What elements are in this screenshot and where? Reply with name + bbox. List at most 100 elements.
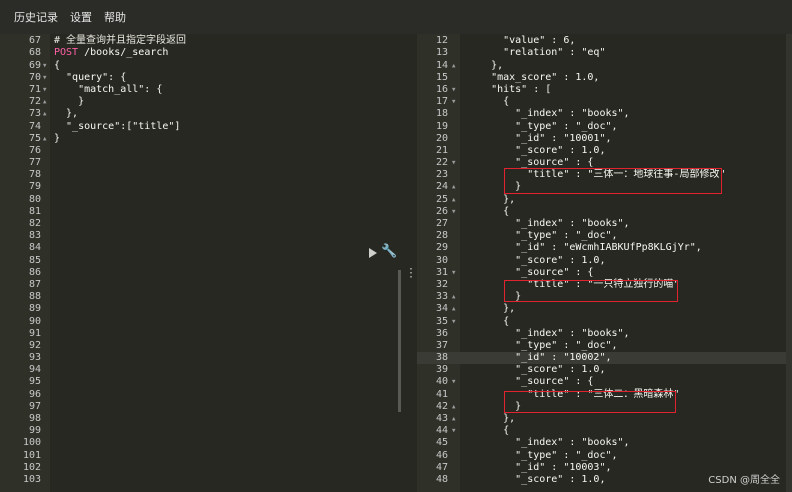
request-line[interactable]: 85 [0,255,400,267]
request-line[interactable]: 87 [0,279,400,291]
response-line[interactable]: 43 ▴ }, [417,413,792,425]
request-line[interactable]: 103 [0,474,400,486]
pane-divider[interactable]: · · · [400,34,417,492]
request-line[interactable]: 75 ▴} [0,133,400,145]
menu-settings[interactable]: 设置 [70,9,92,25]
request-line[interactable]: 77 [0,157,400,169]
fold-toggle-icon[interactable]: ▾ [42,84,47,96]
fold-toggle-icon[interactable]: ▴ [451,303,456,315]
request-line[interactable]: 89 [0,303,400,315]
response-line[interactable]: 29 "_id" : "eWcmhIABKUfPp8KLGjYr", [417,242,792,254]
request-line[interactable]: 82 [0,218,400,230]
response-line[interactable]: 20 "_id" : "10001", [417,133,792,145]
fold-toggle-icon[interactable]: ▾ [42,72,47,84]
menu-help[interactable]: 帮助 [104,9,126,25]
response-line[interactable]: 45 "_index" : "books", [417,437,792,449]
fold-toggle-icon[interactable]: ▴ [451,291,456,303]
response-line[interactable]: 40 ▾ "_source" : { [417,376,792,388]
response-line[interactable]: 30 "_score" : 1.0, [417,255,792,267]
response-line[interactable]: 33 ▴ } [417,291,792,303]
response-line[interactable]: 41 "title" : "三体二：黑暗森林" [417,389,792,401]
request-line[interactable]: 97 [0,401,400,413]
fold-toggle-icon[interactable]: ▾ [451,84,456,96]
request-scrollbar[interactable] [398,270,401,412]
response-line[interactable]: 35 ▾ { [417,316,792,328]
response-editor[interactable]: 11▾ "total" : {12 "value" : 6,13 "relati… [417,34,792,492]
response-line[interactable]: 37 "_type" : "_doc", [417,340,792,352]
request-line[interactable]: 94 [0,364,400,376]
fold-toggle-icon[interactable]: ▴ [42,108,47,120]
request-editor[interactable]: 6667# 全量查询并且指定字段返回68POST /books/_search6… [0,34,400,492]
request-line[interactable]: 98 [0,413,400,425]
fold-toggle-icon[interactable]: ▾ [451,157,456,169]
response-line[interactable]: 38 "_id" : "10002", [417,352,792,365]
request-line[interactable]: 96 [0,389,400,401]
request-line[interactable]: 86 [0,267,400,279]
request-line[interactable]: 81 [0,206,400,218]
response-line[interactable]: 26 ▾ { [417,206,792,218]
response-line[interactable]: 15 "max_score" : 1.0, [417,72,792,84]
response-line[interactable]: 28 "_type" : "_doc", [417,230,792,242]
response-line[interactable]: 36 "_index" : "books", [417,328,792,340]
response-line[interactable]: 31 ▾ "_source" : { [417,267,792,279]
response-line[interactable]: 18 "_index" : "books", [417,108,792,120]
request-line[interactable]: 74 "_source":["title"] [0,121,400,133]
response-line[interactable]: 39 "_score" : 1.0, [417,364,792,376]
request-line[interactable]: 91 [0,328,400,340]
response-line[interactable]: 44 ▾ { [417,425,792,437]
request-line[interactable]: 83 [0,230,400,242]
response-line[interactable]: 14 ▴ }, [417,60,792,72]
fold-toggle-icon[interactable]: ▾ [42,60,47,72]
request-line[interactable]: 102 [0,462,400,474]
request-line[interactable]: 93 [0,352,400,364]
response-line[interactable]: 27 "_index" : "books", [417,218,792,230]
request-line[interactable]: 67 # 全量查询并且指定字段返回 [0,35,400,47]
response-line[interactable]: 21 "_score" : 1.0, [417,145,792,157]
response-line[interactable]: 46 "_type" : "_doc", [417,450,792,462]
fold-toggle-icon[interactable]: ▾ [451,206,456,218]
response-line[interactable]: 34 ▴ }, [417,303,792,315]
drag-handle-icon[interactable]: · · · [408,265,414,283]
fold-toggle-icon[interactable]: ▾ [451,96,456,108]
request-line[interactable]: 99 [0,425,400,437]
response-line[interactable]: 17 ▾ { [417,96,792,108]
response-line[interactable]: 13 "relation" : "eq" [417,47,792,59]
request-line[interactable]: 79 [0,181,400,193]
response-scrollbar[interactable] [786,34,792,492]
request-line[interactable]: 71 ▾ "match_all": { [0,84,400,96]
response-line[interactable]: 16 ▾ "hits" : [ [417,84,792,96]
request-line[interactable]: 95 [0,376,400,388]
request-line[interactable]: 92 [0,340,400,352]
request-line[interactable]: 70 ▾ "query": { [0,72,400,84]
fold-toggle-icon[interactable]: ▾ [451,376,456,388]
response-line[interactable]: 24 ▴ } [417,181,792,193]
request-line[interactable]: 73 ▴ }, [0,108,400,120]
fold-toggle-icon[interactable]: ▴ [451,194,456,206]
menu-history[interactable]: 历史记录 [14,9,58,25]
fold-toggle-icon[interactable]: ▴ [451,181,456,193]
request-line[interactable]: 72 ▴ } [0,96,400,108]
response-line[interactable]: 42 ▴ } [417,401,792,413]
request-line[interactable]: 80 [0,194,400,206]
fold-toggle-icon[interactable]: ▾ [451,425,456,437]
response-line[interactable]: 32 "title" : "一只特立独行的喵" [417,279,792,291]
response-line[interactable]: 12 "value" : 6, [417,35,792,47]
request-line[interactable]: 88 [0,291,400,303]
request-line[interactable]: 69 ▾ { [0,60,400,72]
wrench-icon[interactable]: 🔧 [381,244,397,259]
request-line[interactable]: 76 [0,145,400,157]
response-line[interactable]: 25 ▴ }, [417,194,792,206]
request-line[interactable]: 101 [0,450,400,462]
request-line[interactable]: 78 [0,169,400,181]
request-line[interactable]: 68 POST /books/_search [0,47,400,59]
request-line[interactable]: 100 [0,437,400,449]
fold-toggle-icon[interactable]: ▴ [42,133,47,145]
request-line[interactable]: 84 [0,242,400,254]
fold-toggle-icon[interactable]: ▴ [451,413,456,425]
response-line[interactable]: 23 "title" : "三体一：地球往事-局部修改" [417,169,792,181]
response-line[interactable]: 22 ▾ "_source" : { [417,157,792,169]
fold-toggle-icon[interactable]: ▴ [451,401,456,413]
fold-toggle-icon[interactable]: ▴ [42,96,47,108]
play-icon[interactable] [369,248,377,258]
response-line[interactable]: 19 "_type" : "_doc", [417,121,792,133]
